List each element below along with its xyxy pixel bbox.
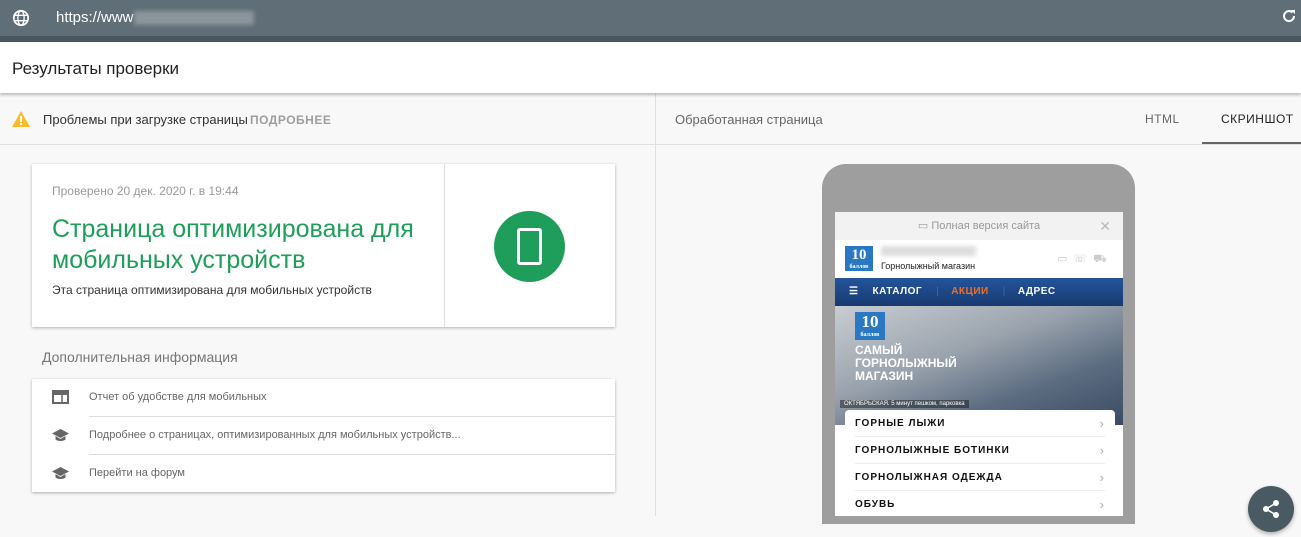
warning-icon — [12, 111, 30, 127]
site-tagline: Горнолыжный магазин — [881, 261, 976, 271]
menu-item: ГОРНОЛЫЖНАЯ ОДЕЖДА › — [855, 464, 1105, 491]
menu-item: ОБУВЬ › — [855, 491, 1105, 516]
full-version-banner: ▭ Полная версия сайта ✕ — [835, 212, 1123, 240]
tab-html[interactable]: HTML — [1145, 112, 1180, 126]
tab-screenshot[interactable]: СКРИНШОТ — [1221, 112, 1294, 126]
header-icons: ▭☏⛟ — [1057, 253, 1113, 265]
site-logo: 10 баллов — [845, 246, 873, 271]
chevron-right-icon: › — [1099, 497, 1105, 512]
slogan-line: МАГАЗИН — [855, 369, 914, 383]
logo-text: 10 — [861, 312, 879, 331]
logo-text: 10 — [851, 247, 867, 263]
share-button[interactable] — [1248, 486, 1294, 532]
processed-page-label: Обработанная страница — [675, 112, 823, 127]
active-tab-indicator — [1202, 142, 1301, 144]
page-screenshot: ▭ Полная версия сайта ✕ 10 баллов Горнолыж… — [835, 212, 1123, 516]
more-link[interactable]: ПОДРОБНЕЕ — [250, 113, 331, 127]
nav-sales: АКЦИИ — [951, 286, 989, 297]
school-icon — [52, 429, 69, 441]
nav-address: АДРЕС — [1017, 286, 1056, 297]
list-item-label: Подробнее о страницах, оптимизированных … — [89, 429, 461, 441]
menu-item-label: ГОРНОЛЫЖНЫЕ БОТИНКИ — [855, 445, 1010, 456]
chevron-right-icon: › — [1099, 416, 1105, 431]
list-item-label: Отчет об удобстве для мобильных — [89, 391, 267, 403]
additional-info-heading: Дополнительная информация — [42, 349, 238, 365]
chevron-right-icon: › — [1099, 443, 1105, 458]
page-header: Результаты проверки — [0, 42, 1301, 93]
reload-icon[interactable] — [1281, 8, 1297, 24]
url-field[interactable]: https://www — [56, 9, 254, 26]
monitor-icon: ▭ — [917, 220, 932, 232]
hero-logo: 10 баллов — [855, 312, 885, 340]
category-menu: ГОРНЫЕ ЛЫЖИ › ГОРНОЛЫЖНЫЕ БОТИНКИ › ГОРНОЛ… — [845, 410, 1115, 516]
result-title: Страница оптимизирована для мобильных ус… — [52, 215, 414, 274]
chevron-right-icon: › — [1099, 470, 1105, 485]
panel-divider — [655, 93, 656, 516]
warning-text: Проблемы при загрузке страницы — [43, 112, 248, 127]
result-subtitle: Эта страница оптимизирована для мобильны… — [52, 283, 372, 297]
menu-item: ГОРНОЛЫЖНЫЕ БОТИНКИ › — [855, 437, 1105, 464]
logo-subtext: баллов — [860, 332, 880, 338]
menu-item-label: ГОРНЫЕ ЛЫЖИ — [855, 418, 946, 429]
metro-info: ОКТЯБРЬСКАЯ. 5 минут пешком, парковка — [840, 400, 969, 408]
menu-item: ГОРНЫЕ ЛЫЖИ › — [855, 410, 1105, 437]
hero-image: 10 баллов САМЫЙ ГОРНОЛЫЖНЫЙ МАГАЗИН ОКТЯБРЬ… — [835, 306, 1123, 425]
browser-bar: https://www — [0, 0, 1301, 36]
report-icon — [52, 390, 69, 404]
banner-text: Полная версия сайта — [931, 220, 1041, 232]
url-redacted — [133, 11, 254, 26]
checked-date: Проверено 20 дек. 2020 г. в 19:44 — [52, 184, 239, 198]
menu-item-label: ОБУВЬ — [855, 499, 896, 510]
page-title: Результаты проверки — [12, 59, 180, 78]
list-item-forum[interactable]: Перейти на форум — [32, 455, 615, 493]
status-row: Проблемы при загрузке страницы ПОДРОБНЕЕ… — [0, 93, 1301, 145]
hero-slogan: САМЫЙ ГОРНОЛЫЖНЫЙ МАГАЗИН — [855, 344, 957, 383]
logo-subtext: баллов — [849, 264, 869, 270]
site-name-redacted — [881, 246, 976, 256]
nav-catalog: КАТАЛОГ — [872, 286, 923, 297]
share-icon — [1263, 500, 1279, 518]
card-divider — [444, 164, 445, 327]
additional-info-list: Отчет об удобстве для мобильных Подробне… — [32, 379, 615, 492]
list-item-mobile-report[interactable]: Отчет об удобстве для мобильных — [32, 379, 615, 417]
result-card: Проверено 20 дек. 2020 г. в 19:44 Страни… — [32, 164, 615, 327]
close-icon: ✕ — [1099, 218, 1111, 234]
mobile-phone-icon — [494, 211, 565, 282]
menu-icon: ☰ — [849, 286, 859, 297]
globe-icon — [12, 9, 30, 27]
list-item-label: Перейти на форум — [89, 467, 185, 479]
site-header: 10 баллов Горнолыжный магазин ▭☏⛟ — [835, 240, 1123, 278]
url-text: https://www — [56, 9, 134, 26]
menu-item-label: ГОРНОЛЫЖНАЯ ОДЕЖДА — [855, 472, 1003, 483]
site-nav: ☰ КАТАЛОГ | АКЦИИ | АДРЕС — [835, 278, 1123, 306]
list-item-learn-more[interactable]: Подробнее о страницах, оптимизированных … — [32, 417, 615, 455]
school-icon — [52, 467, 69, 479]
